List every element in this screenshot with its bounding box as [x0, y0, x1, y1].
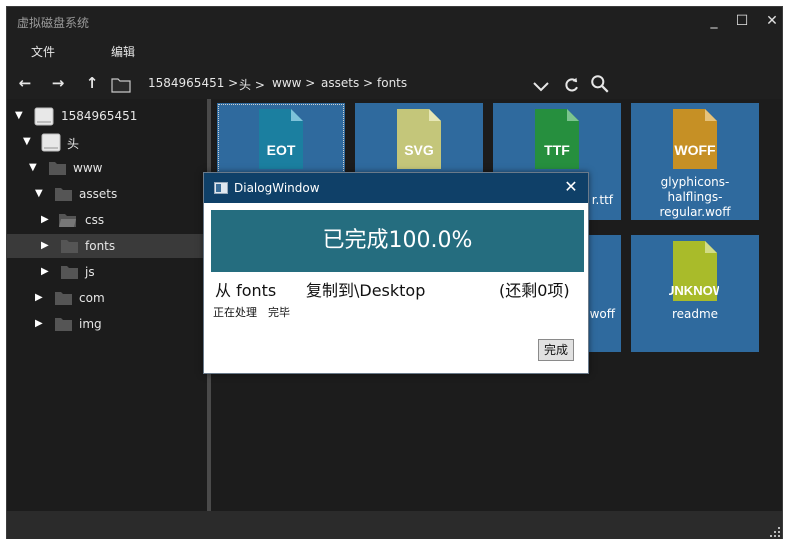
expand-arrow-icon[interactable]: ▼ — [35, 187, 45, 201]
breadcrumb-assets[interactable]: assets > — [321, 76, 373, 90]
file-name: glyphicons-halflings-regular.woff — [659, 175, 731, 219]
folder-icon — [55, 188, 72, 201]
tree-item-label: css — [85, 213, 105, 227]
breadcrumb-head[interactable]: 头 > — [239, 76, 265, 93]
folder-open-icon — [59, 214, 76, 227]
toolbar: ← → ↑ 1584965451 > 头 > www > assets > fo… — [7, 69, 782, 99]
status-label: 正在处理 — [213, 306, 257, 319]
svg-text:WOFF: WOFF — [674, 142, 716, 158]
tree-item-label: www — [73, 161, 103, 175]
breadcrumb-www[interactable]: www > — [272, 76, 315, 90]
file-unknown-icon: UNKNOW — [669, 241, 719, 301]
maximize-button[interactable]: ☐ — [732, 11, 752, 31]
folder-icon — [55, 318, 72, 331]
menu-edit[interactable]: 编辑 — [111, 43, 135, 60]
finish-button[interactable]: 完成 — [538, 339, 574, 361]
chevron-down-icon[interactable] — [531, 77, 551, 97]
expand-arrow-icon[interactable]: ▼ — [23, 135, 33, 149]
breadcrumb-root[interactable]: 1584965451 > — [148, 76, 238, 90]
tree-item-com[interactable]: ▶ com — [7, 286, 207, 310]
menu-bar: 文件 编辑 — [7, 39, 782, 63]
tree-item-label: com — [79, 291, 105, 305]
expand-arrow-icon[interactable]: ▶ — [35, 317, 45, 331]
folder-icon — [61, 266, 78, 279]
folder-icon — [61, 240, 78, 253]
refresh-icon[interactable] — [562, 75, 582, 95]
dialog-title-bar: DialogWindow ✕ — [204, 173, 588, 203]
dialog-title: DialogWindow — [234, 181, 320, 195]
expand-arrow-icon[interactable]: ▶ — [41, 265, 51, 279]
drive-icon — [34, 107, 54, 126]
close-button[interactable]: ✕ — [762, 11, 782, 31]
file-woff-icon: WOFF — [673, 109, 717, 169]
file-eot-icon: EOT — [259, 109, 303, 169]
folder-icon[interactable] — [111, 75, 131, 95]
tree-item-css[interactable]: ▶ css — [7, 208, 207, 232]
svg-text:SVG: SVG — [404, 142, 434, 158]
file-name: readme — [671, 307, 719, 321]
expand-arrow-icon[interactable]: ▶ — [41, 239, 51, 253]
copy-destination: 复制到\Desktop — [306, 281, 426, 300]
file-ttf-icon: TTF — [535, 109, 579, 169]
remaining-count: (还剩0项) — [499, 281, 570, 300]
tree-item-root[interactable]: ▼ 1584965451 — [7, 104, 207, 128]
window-icon — [214, 182, 228, 194]
progress-text: 已完成100.0% — [322, 228, 473, 253]
tree-item-js[interactable]: ▶ js — [7, 260, 207, 284]
folder-tree: ▼ 1584965451 ▼ 头 ▼ www ▼ assets ▶ css ▶ … — [7, 99, 207, 511]
copy-source: 从 fonts — [215, 281, 277, 300]
expand-arrow-icon[interactable]: ▼ — [15, 109, 25, 123]
svg-text:UNKNOW: UNKNOW — [669, 283, 719, 298]
svg-text:EOT: EOT — [267, 142, 296, 158]
expand-arrow-icon[interactable]: ▶ — [41, 213, 51, 227]
tree-item-label: fonts — [85, 239, 116, 253]
window-title: 虚拟磁盘系统 — [17, 16, 90, 30]
expand-arrow-icon[interactable]: ▼ — [29, 161, 39, 175]
svg-text:TTF: TTF — [544, 142, 570, 158]
tree-item-label: 头 — [67, 137, 80, 151]
dialog-close-button[interactable]: ✕ — [562, 178, 580, 196]
folder-icon — [55, 292, 72, 305]
drive-icon — [41, 133, 61, 152]
file-tile-woff[interactable]: WOFF glyphicons-halflings-regular.woff — [631, 103, 759, 220]
menu-file[interactable]: 文件 — [31, 43, 55, 60]
resize-grip-icon[interactable] — [770, 527, 780, 537]
tree-item-label: img — [79, 317, 102, 331]
arrow-up-icon[interactable]: ↑ — [82, 73, 102, 93]
status-bar — [7, 511, 782, 539]
tree-item-label: 1584965451 — [61, 109, 138, 123]
title-bar: 虚拟磁盘系统 _ ☐ ✕ — [7, 7, 782, 35]
tree-item-label: assets — [79, 187, 118, 201]
copy-progress-bar: 已完成100.0% — [211, 210, 584, 272]
tree-item-img[interactable]: ▶ img — [7, 312, 207, 336]
folder-icon — [49, 162, 66, 175]
tree-item-label: js — [85, 265, 95, 279]
breadcrumb-fonts[interactable]: fonts — [377, 76, 407, 90]
status-value: 完毕 — [268, 306, 290, 319]
file-tile-readme[interactable]: UNKNOW readme — [631, 235, 759, 352]
file-svg-icon: SVG — [397, 109, 441, 169]
tree-item-assets[interactable]: ▼ assets — [7, 182, 207, 206]
tree-item-fonts[interactable]: ▶ fonts — [7, 234, 207, 258]
arrow-right-icon[interactable]: → — [48, 73, 68, 93]
expand-arrow-icon[interactable]: ▶ — [35, 291, 45, 305]
tree-item-head[interactable]: ▼ 头 — [7, 130, 207, 154]
search-icon[interactable] — [590, 74, 610, 94]
tree-item-www[interactable]: ▼ www — [7, 156, 207, 180]
minimize-button[interactable]: _ — [704, 11, 724, 31]
copy-dialog: DialogWindow ✕ 已完成100.0% 从 fonts 复制到\Des… — [203, 172, 589, 374]
arrow-left-icon[interactable]: ← — [15, 73, 35, 93]
